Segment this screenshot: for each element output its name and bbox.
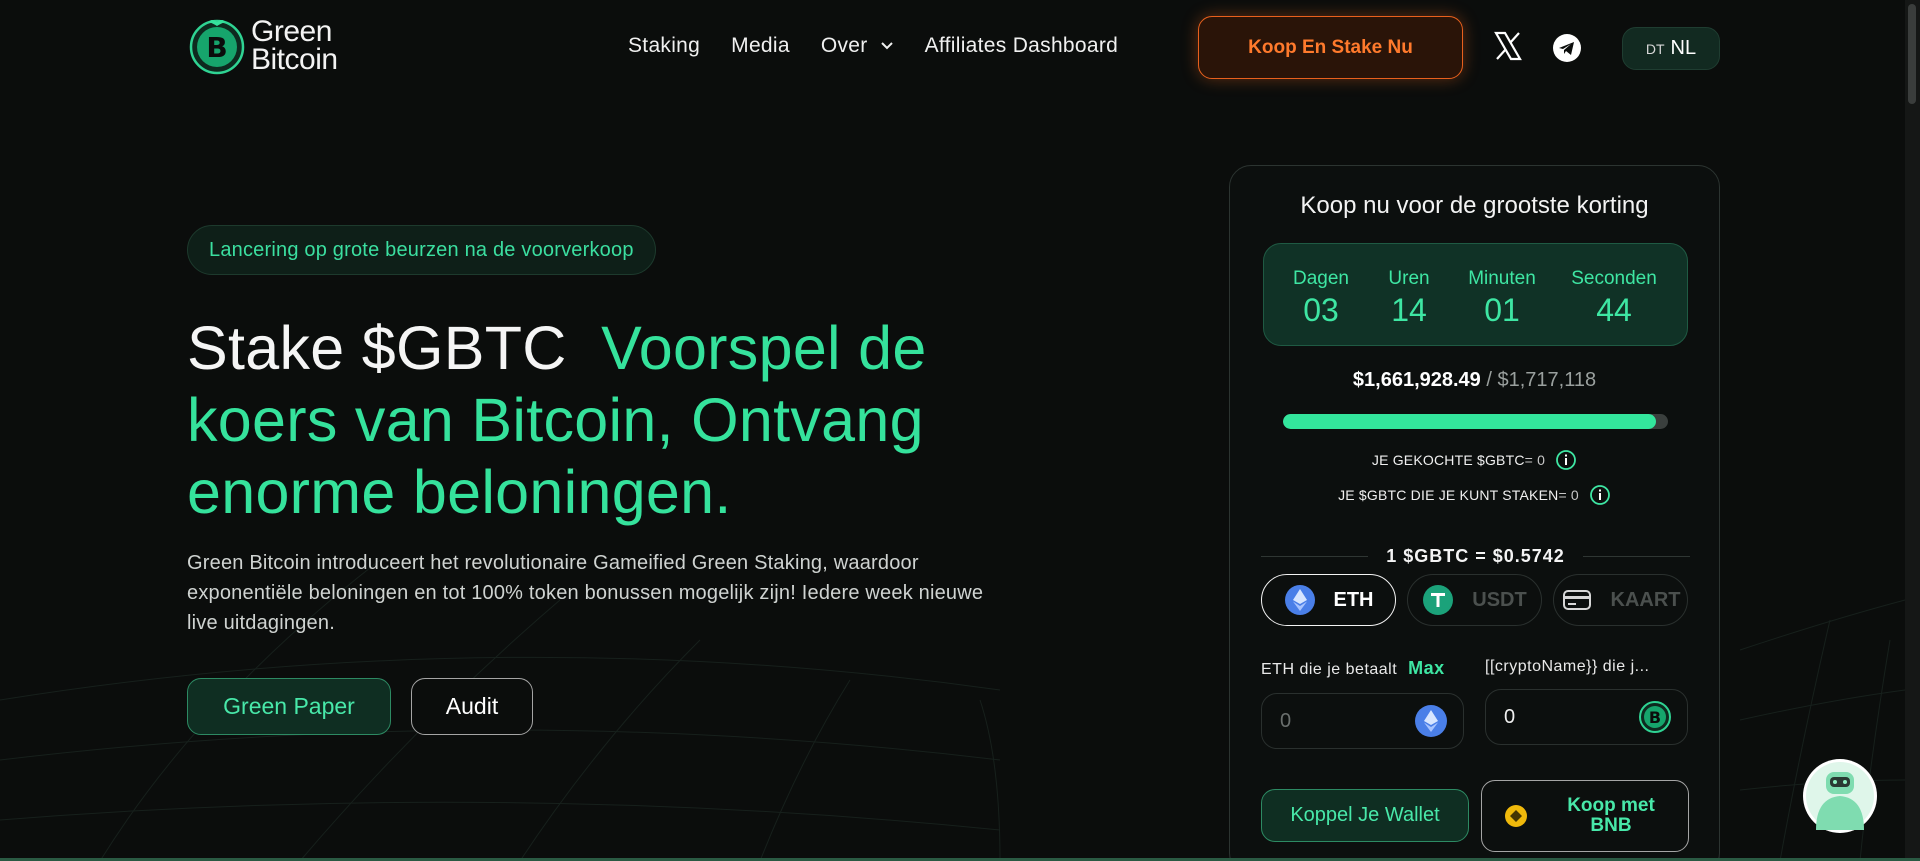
countdown-hours-label: Uren <box>1388 268 1430 289</box>
receive-amount-value: 0 <box>1504 705 1516 728</box>
tab-card-label: KAART <box>1610 588 1681 611</box>
connect-wallet-button[interactable]: Koppel Je Wallet <box>1261 789 1469 842</box>
presale-widget: Koop nu voor de grootste korting Dagen 0… <box>1229 165 1720 861</box>
presale-progress-fill <box>1283 414 1656 429</box>
widget-title: Koop nu voor de grootste korting <box>1300 192 1649 219</box>
logo-text: Green Bitcoin <box>251 15 338 76</box>
stakeable-gbtc-line: JE $GBTC DIE JE KUNT STAKEN = 0 <box>1230 484 1719 506</box>
hero-title-white: Stake $GBTC <box>187 314 567 382</box>
logo-line-2: Bitcoin <box>251 43 338 76</box>
green-bitcoin-logo-icon: B <box>189 19 245 75</box>
raised-separator: / <box>1486 369 1492 391</box>
tab-card[interactable]: KAART <box>1553 574 1688 626</box>
countdown-hours-value: 14 <box>1391 292 1427 328</box>
countdown-seconds-value: 44 <box>1596 292 1632 328</box>
raised-amount: $1,661,928.49 / $1,717,118 <box>1230 369 1719 392</box>
pay-amount-input[interactable]: 0 <box>1261 693 1464 749</box>
credit-card-icon <box>1562 590 1591 610</box>
tether-icon <box>1423 585 1454 615</box>
nav-over[interactable]: Over <box>821 34 894 58</box>
nav-staking[interactable]: Staking <box>628 34 700 58</box>
countdown-seconds: Seconden 44 <box>1564 268 1664 329</box>
buy-with-bnb-button[interactable]: Koop met BNB <box>1481 780 1689 852</box>
bought-gbtc-value: = 0 <box>1524 452 1546 468</box>
max-button[interactable]: Max <box>1408 658 1445 678</box>
receive-amount-input[interactable]: 0 B <box>1485 689 1688 745</box>
buy-and-stake-button[interactable]: Koop En Stake Nu <box>1198 16 1463 79</box>
chevron-down-icon <box>880 42 893 50</box>
green-bitcoin-icon: B <box>1639 701 1671 733</box>
green-paper-button[interactable]: Green Paper <box>187 678 391 735</box>
x-logo-icon[interactable] <box>1493 31 1523 61</box>
telegram-icon[interactable] <box>1552 33 1582 63</box>
hero-description: Green Bitcoin introduceert het revolutio… <box>187 552 984 634</box>
svg-text:B: B <box>206 31 227 64</box>
countdown-days: Dagen 03 <box>1286 268 1356 329</box>
countdown-seconds-label: Seconden <box>1571 268 1657 289</box>
bnb-icon <box>1505 805 1527 827</box>
pay-amount-label: ETH die je betaalt Max <box>1261 658 1445 679</box>
tab-eth-label: ETH <box>1333 588 1374 611</box>
tab-eth[interactable]: ETH <box>1261 574 1396 626</box>
rate-divider: 1 $GBTC = $0.5742 <box>1261 541 1691 571</box>
countdown-minutes-label: Minuten <box>1468 268 1536 289</box>
countdown-minutes: Minuten 01 <box>1462 268 1542 329</box>
ethereum-icon <box>1284 585 1315 615</box>
countdown-days-value: 03 <box>1303 292 1339 328</box>
hero-title: Stake $GBTC Voorspel de koers van Bitcoi… <box>187 312 987 528</box>
page-scrollbar-thumb[interactable] <box>1908 4 1916 104</box>
info-icon[interactable] <box>1555 449 1577 471</box>
token-rate: 1 $GBTC = $0.5742 <box>1386 545 1565 566</box>
divider-line-left <box>1261 555 1369 557</box>
launch-badge: Lancering op grote beurzen na de voorver… <box>187 225 656 275</box>
audit-button[interactable]: Audit <box>411 678 533 735</box>
countdown-hours: Uren 14 <box>1379 268 1439 329</box>
presale-progress-bar <box>1283 414 1668 429</box>
language-code: NL <box>1670 37 1697 59</box>
chat-mascot-icon[interactable] <box>1802 758 1878 834</box>
main-nav: Staking Media Over Affiliates Dashboard <box>628 34 1149 58</box>
site-logo[interactable]: B Green Bitcoin <box>187 16 338 76</box>
page-scrollbar[interactable] <box>1905 0 1920 861</box>
raised-target: $1,717,118 <box>1497 369 1597 391</box>
divider-line-right <box>1582 555 1691 557</box>
language-flag-abbr: DT <box>1645 40 1665 57</box>
nav-over-label: Over <box>820 34 868 57</box>
receive-amount-label: [[cryptoName}} die j... <box>1485 658 1650 675</box>
svg-text:B: B <box>1649 708 1661 727</box>
site-header: B Green Bitcoin Staking Media Over Affil… <box>0 0 1920 100</box>
nav-media[interactable]: Media <box>731 34 790 58</box>
stakeable-gbtc-label: JE $GBTC DIE JE KUNT STAKEN <box>1338 487 1559 503</box>
countdown-timer: Dagen 03 Uren 14 Minuten 01 Seconden 44 <box>1263 243 1688 346</box>
pay-amount-label-text: ETH die je betaalt <box>1261 661 1398 678</box>
buy-with-bnb-label: Koop met BNB <box>1567 795 1655 836</box>
info-icon[interactable] <box>1589 484 1611 506</box>
countdown-days-label: Dagen <box>1293 268 1349 289</box>
countdown-minutes-value: 01 <box>1484 292 1520 328</box>
tab-usdt-label: USDT <box>1472 588 1527 611</box>
ethereum-icon <box>1415 705 1447 737</box>
bought-gbtc-line: JE GEKOCHTE $GBTC = 0 <box>1230 449 1719 471</box>
raised-current: $1,661,928.49 <box>1352 369 1481 391</box>
nav-affiliates-dashboard[interactable]: Affiliates Dashboard <box>925 34 1119 58</box>
pay-amount-value: 0 <box>1280 709 1292 732</box>
stakeable-gbtc-value: = 0 <box>1558 487 1579 503</box>
language-selector[interactable]: DT NL <box>1622 27 1720 70</box>
logo-line-1: Green <box>251 15 332 48</box>
tab-usdt[interactable]: USDT <box>1407 574 1542 626</box>
bought-gbtc-label: JE GEKOCHTE $GBTC <box>1371 452 1525 468</box>
